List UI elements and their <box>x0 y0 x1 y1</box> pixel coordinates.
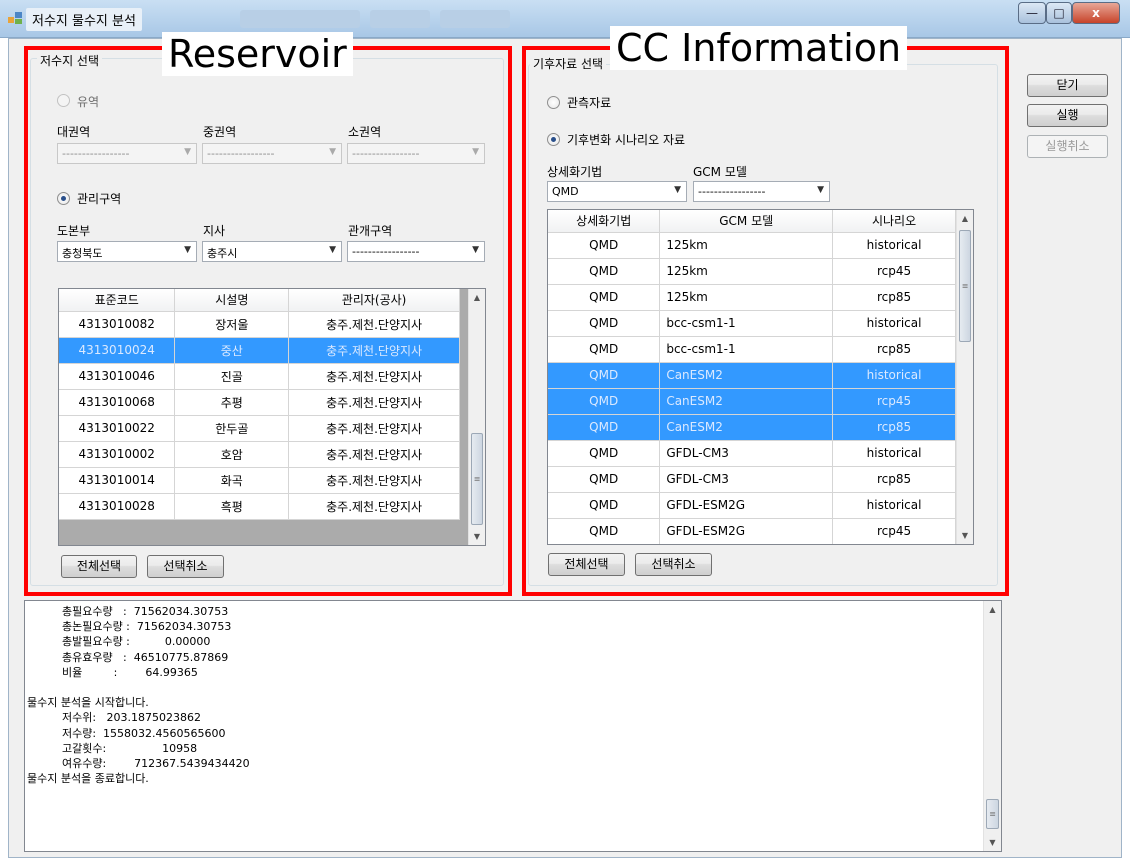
log-line: 고갈횟수: 10958 <box>27 741 198 755</box>
log-line: 총유효우량 : 46510775.87869 <box>27 650 229 664</box>
close-button[interactable]: 닫기 <box>1027 74 1108 97</box>
cc-information-annotation-label: CC Information <box>610 26 908 70</box>
cc-information-highlight-box <box>522 46 1009 596</box>
log-line: 여유수량: 712367.5439434420 <box>27 757 250 771</box>
log-textbox[interactable]: 총필요수량 : 71562034.30753 총논필요수량 : 71562034… <box>24 600 1002 852</box>
log-line: 총논필요수량 : 71562034.30753 <box>27 620 232 634</box>
log-line: 물수지 분석을 종료합니다. <box>27 772 149 786</box>
cancel-run-button[interactable]: 실행취소 <box>1027 135 1108 158</box>
log-scrollbar[interactable]: ▲ ≡ ▼ <box>983 601 1001 851</box>
reservoir-annotation-label: Reservoir <box>162 32 353 76</box>
background-tab <box>370 10 430 28</box>
app-icon <box>8 12 22 24</box>
scroll-up-arrow-icon[interactable]: ▲ <box>984 601 1001 618</box>
minimize-button[interactable]: — <box>1018 2 1046 24</box>
log-line: 총필요수량 : 71562034.30753 <box>27 605 229 618</box>
close-window-button[interactable]: x <box>1072 2 1120 24</box>
background-tab <box>240 10 360 28</box>
log-line: 저수위: 203.1875023862 <box>27 711 201 725</box>
log-line: 비율 : 64.99365 <box>27 665 198 679</box>
window-title: 저수지 물수지 분석 <box>26 8 142 31</box>
reservoir-highlight-box <box>24 46 512 596</box>
log-text: 총필요수량 : 71562034.30753 총논필요수량 : 71562034… <box>27 604 977 786</box>
log-line: 물수지 분석을 시작합니다. <box>27 696 149 710</box>
scroll-down-arrow-icon[interactable]: ▼ <box>984 834 1001 851</box>
run-button[interactable]: 실행 <box>1027 104 1108 127</box>
scrollbar-thumb[interactable]: ≡ <box>986 799 999 829</box>
background-tab <box>440 10 510 28</box>
log-line: 총발필요수량 : 0.00000 <box>27 635 211 649</box>
log-line: 저수량: 1558032.4560565600 <box>27 726 226 740</box>
maximize-button[interactable]: □ <box>1046 2 1072 24</box>
